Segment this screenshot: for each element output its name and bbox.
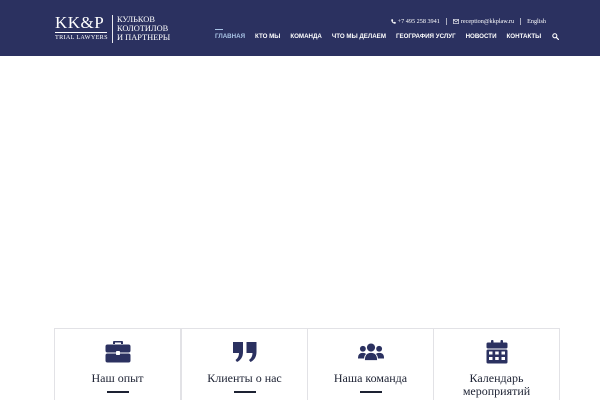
card-label: Календарь мероприятий — [434, 372, 559, 398]
card-events-calendar[interactable]: Календарь мероприятий — [433, 328, 560, 400]
nav-item-home[interactable]: ГЛАВНАЯ — [215, 28, 245, 40]
phone-icon — [390, 18, 396, 24]
envelope-icon — [452, 18, 459, 24]
card-label-line: мероприятий — [462, 384, 531, 398]
card-label: Клиенты о нас — [207, 371, 282, 385]
calendar-icon — [484, 340, 510, 364]
briefcase-icon — [105, 341, 131, 363]
search-button[interactable] — [552, 32, 560, 40]
card-testimonials[interactable]: Клиенты о нас — [181, 328, 308, 400]
search-icon — [552, 32, 560, 40]
nav-item-geography[interactable]: ГЕОГРАФИЯ УСЛУГ — [396, 33, 456, 40]
logo-name-line: КУЛЬКОВ — [117, 15, 155, 24]
card-team[interactable]: Наша команда — [307, 328, 434, 400]
logo-subtitle: TRIAL LAWYERS — [55, 34, 108, 41]
email-link[interactable]: reception@kkplaw.ru — [452, 17, 515, 25]
site-header: KK&P TRIAL LAWYERS КУЛЬКОВ КОЛОТИЛОВ И П… — [0, 0, 600, 56]
topbar-separator — [445, 17, 447, 25]
email-address: reception@kkplaw.ru — [460, 17, 515, 25]
logo-firm-name: КУЛЬКОВ КОЛОТИЛОВ И ПАРТНЕРЫ — [117, 15, 170, 43]
card-label: Наша команда — [333, 371, 408, 385]
contact-bar: +7 495 258 3941 reception@kkplaw.ru Engl… — [390, 16, 546, 26]
card-label: Наш опыт — [91, 371, 144, 385]
phone-link[interactable]: +7 495 258 3941 — [390, 17, 440, 25]
nav-item-contacts[interactable]: КОНТАКТЫ — [507, 33, 542, 40]
nav-item-team[interactable]: КОМАНДА — [290, 33, 322, 40]
logo-rule — [55, 32, 107, 33]
nav-item-services[interactable]: ЧТО МЫ ДЕЛАЕМ — [332, 33, 386, 40]
logo-name-line: И ПАРТНЕРЫ — [117, 33, 171, 43]
users-icon — [357, 341, 384, 363]
language-switch[interactable]: English — [527, 18, 546, 25]
card-underline — [233, 391, 256, 393]
card-underline — [106, 391, 129, 393]
nav-item-news[interactable]: НОВОСТИ — [466, 33, 497, 40]
hero-slider — [0, 56, 600, 318]
logo-divider — [112, 15, 113, 43]
logo-name-line: КОЛОТИЛОВ — [117, 24, 169, 34]
topbar-separator — [520, 17, 522, 25]
phone-number: +7 495 258 3941 — [397, 17, 440, 25]
nav-item-about[interactable]: КТО МЫ — [255, 33, 280, 40]
main-nav: ГЛАВНАЯ КТО МЫ КОМАНДА ЧТО МЫ ДЕЛАЕМ ГЕО… — [215, 28, 560, 42]
logo-mark: KK&P TRIAL LAWYERS — [55, 13, 109, 41]
card-experience[interactable]: Наш опыт — [54, 328, 181, 400]
card-underline — [359, 391, 382, 393]
quote-icon — [232, 341, 258, 363]
logo-kkp-text: KK&P — [55, 13, 105, 32]
